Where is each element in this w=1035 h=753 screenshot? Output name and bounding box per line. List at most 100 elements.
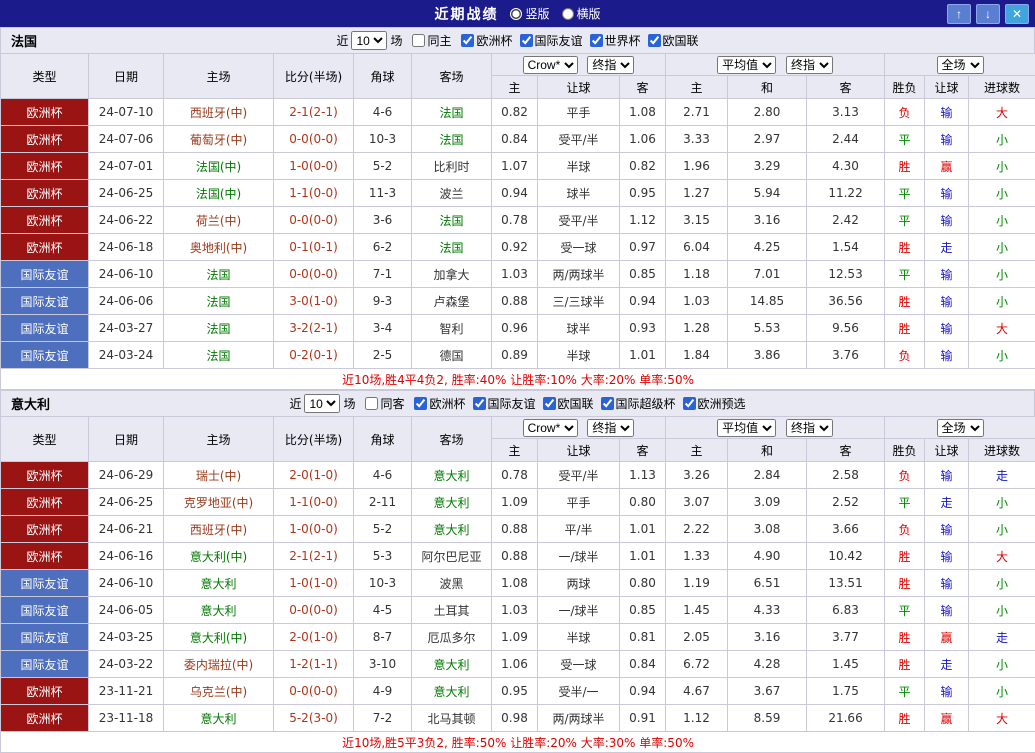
away-team-link[interactable]: 波兰 — [412, 180, 492, 207]
handicap-line-cell: 受平/半 — [538, 207, 620, 234]
home-team-link[interactable]: 意大利 — [164, 705, 274, 732]
score-cell: 0-2(0-1) — [274, 342, 354, 369]
league-checkbox-input[interactable] — [590, 34, 603, 47]
away-team-link[interactable]: 意大利 — [412, 651, 492, 678]
home-team-link[interactable]: 荷兰(中) — [164, 207, 274, 234]
away-team-link[interactable]: 智利 — [412, 315, 492, 342]
home-team-link[interactable]: 法国 — [164, 261, 274, 288]
league-checkbox[interactable]: 欧洲杯 — [454, 32, 512, 49]
home-team-link[interactable]: 奥地利(中) — [164, 234, 274, 261]
league-checkbox[interactable]: 国际超级杯 — [594, 395, 676, 412]
france-summary: 近10场,胜4平4负2, 胜率:40% 让胜率:10% 大率:20% 单率:50… — [1, 369, 1035, 390]
away-team-link[interactable]: 厄瓜多尔 — [412, 624, 492, 651]
home-team-link[interactable]: 意大利 — [164, 597, 274, 624]
home-team-link[interactable]: 西班牙(中) — [164, 99, 274, 126]
home-team-link[interactable]: 法国(中) — [164, 153, 274, 180]
league-checkbox-input[interactable] — [461, 34, 474, 47]
home-team-link[interactable]: 瑞士(中) — [164, 462, 274, 489]
away-team-link[interactable]: 土耳其 — [412, 597, 492, 624]
away-team-link[interactable]: 北马其顿 — [412, 705, 492, 732]
league-checkbox[interactable]: 欧洲预选 — [676, 395, 746, 412]
league-checkbox[interactable]: 欧国联 — [641, 32, 699, 49]
home-win-odds-cell: 3.26 — [666, 462, 728, 489]
col-header-handicap-line: 让球 — [538, 439, 620, 462]
away-team-link[interactable]: 意大利 — [412, 462, 492, 489]
away-team-link[interactable]: 加拿大 — [412, 261, 492, 288]
handicap-home-odds-cell: 0.89 — [492, 342, 538, 369]
move-up-button[interactable]: ↑ — [947, 4, 971, 24]
handicap-line-cell: 半球 — [538, 624, 620, 651]
league-checkbox-input[interactable] — [601, 397, 614, 410]
recent-count-select[interactable]: 10 — [351, 31, 387, 50]
move-down-button[interactable]: ↓ — [976, 4, 1000, 24]
recent-count-select[interactable]: 10 — [304, 394, 340, 413]
league-checkbox-input[interactable] — [543, 397, 556, 410]
league-checkbox[interactable]: 世界杯 — [583, 32, 641, 49]
league-checkbox[interactable]: 欧国联 — [536, 395, 594, 412]
away-team-link[interactable]: 法国 — [412, 207, 492, 234]
home-team-link[interactable]: 法国(中) — [164, 180, 274, 207]
away-team-link[interactable]: 意大利 — [412, 678, 492, 705]
same-home-checkbox[interactable]: 同主 — [405, 32, 451, 49]
league-checkbox[interactable]: 国际友谊 — [466, 395, 536, 412]
away-team-link[interactable]: 比利时 — [412, 153, 492, 180]
handicap-result-cell: 输 — [925, 288, 969, 315]
home-team-link[interactable]: 乌克兰(中) — [164, 678, 274, 705]
handicap-final-select[interactable]: 终指 — [587, 419, 634, 437]
away-team-link[interactable]: 波黑 — [412, 570, 492, 597]
home-team-link[interactable]: 委内瑞拉(中) — [164, 651, 274, 678]
home-team-link[interactable]: 意大利(中) — [164, 624, 274, 651]
full-match-select[interactable]: 全场 — [937, 419, 984, 437]
vertical-layout-radio[interactable]: 竖版 — [510, 5, 549, 22]
league-checkbox-input[interactable] — [648, 34, 661, 47]
home-team-link[interactable]: 克罗地亚(中) — [164, 489, 274, 516]
bookmaker-select[interactable]: Crow* — [523, 419, 578, 437]
league-checkbox-input[interactable] — [683, 397, 696, 410]
match-type-cell: 欧洲杯 — [1, 516, 89, 543]
away-team-link[interactable]: 卢森堡 — [412, 288, 492, 315]
home-team-link[interactable]: 法国 — [164, 315, 274, 342]
league-checkbox-input[interactable] — [520, 34, 533, 47]
match-row: 欧洲杯 24-06-22 荷兰(中) 0-0(0-0) 3-6 法国 0.78 … — [1, 207, 1035, 234]
league-checkbox[interactable]: 国际友谊 — [513, 32, 583, 49]
score-cell: 2-1(2-1) — [274, 543, 354, 570]
handicap-away-odds-cell: 0.93 — [620, 315, 666, 342]
home-team-link[interactable]: 葡萄牙(中) — [164, 126, 274, 153]
horizontal-radio-input[interactable] — [562, 8, 574, 20]
handicap-final-select[interactable]: 终指 — [587, 56, 634, 74]
average-select[interactable]: 平均值 — [717, 56, 776, 74]
full-match-select[interactable]: 全场 — [937, 56, 984, 74]
home-team-link[interactable]: 法国 — [164, 342, 274, 369]
home-team-link[interactable]: 意大利 — [164, 570, 274, 597]
bookmaker-select[interactable]: Crow* — [523, 56, 578, 74]
away-team-link[interactable]: 法国 — [412, 126, 492, 153]
vertical-radio-input[interactable] — [510, 8, 522, 20]
home-team-link[interactable]: 西班牙(中) — [164, 516, 274, 543]
corners-cell: 7-1 — [354, 261, 412, 288]
europe-final-select[interactable]: 终指 — [786, 419, 833, 437]
draw-odds-cell: 3.09 — [728, 489, 807, 516]
same-away-checkbox[interactable]: 同客 — [358, 395, 404, 412]
away-team-link[interactable]: 意大利 — [412, 489, 492, 516]
average-select[interactable]: 平均值 — [717, 419, 776, 437]
outcome-result-cell: 平 — [885, 207, 925, 234]
league-checkbox-input[interactable] — [473, 397, 486, 410]
home-team-link[interactable]: 法国 — [164, 288, 274, 315]
away-team-link[interactable]: 法国 — [412, 234, 492, 261]
same-away-checkbox-input[interactable] — [365, 397, 378, 410]
handicap-result-cell: 输 — [925, 543, 969, 570]
league-checkbox-input[interactable] — [414, 397, 427, 410]
close-button[interactable]: ✕ — [1005, 4, 1029, 24]
horizontal-layout-radio[interactable]: 横版 — [562, 5, 601, 22]
away-team-link[interactable]: 意大利 — [412, 516, 492, 543]
same-home-checkbox-input[interactable] — [412, 34, 425, 47]
away-team-link[interactable]: 法国 — [412, 99, 492, 126]
match-type-cell: 欧洲杯 — [1, 462, 89, 489]
europe-final-select[interactable]: 终指 — [786, 56, 833, 74]
team-name: 法国 — [11, 31, 37, 50]
away-team-link[interactable]: 德国 — [412, 342, 492, 369]
away-team-link[interactable]: 阿尔巴尼亚 — [412, 543, 492, 570]
home-team-link[interactable]: 意大利(中) — [164, 543, 274, 570]
league-checkbox[interactable]: 欧洲杯 — [407, 395, 465, 412]
draw-odds-cell: 4.90 — [728, 543, 807, 570]
